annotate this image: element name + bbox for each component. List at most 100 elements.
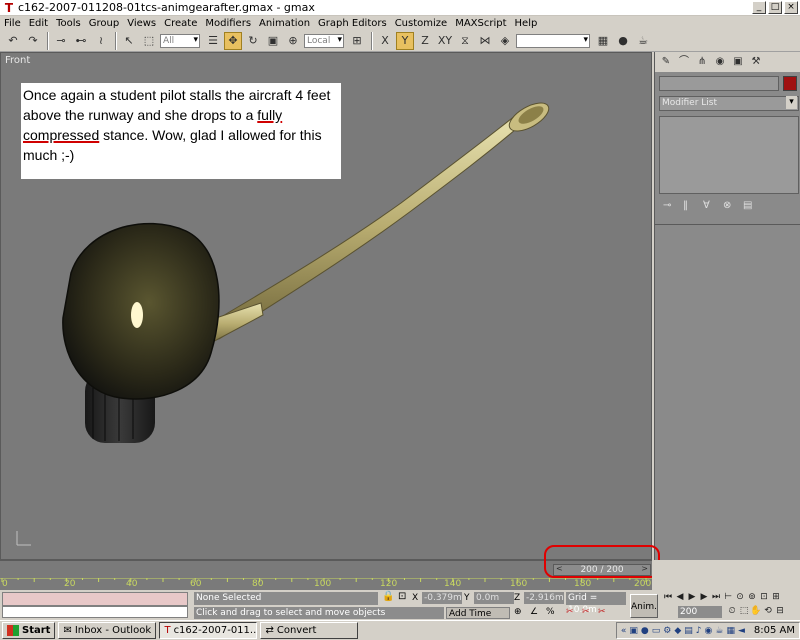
menu-modifiers[interactable]: Modifiers xyxy=(201,18,255,29)
selection-filter-dropdown[interactable]: All xyxy=(160,33,200,48)
pin-stack-icon[interactable]: ⊸ xyxy=(663,200,677,211)
region-zoom-icon[interactable]: ⬚ xyxy=(738,606,750,616)
motion-tab-icon[interactable]: ◉ xyxy=(713,55,727,69)
maxscript-output-field[interactable] xyxy=(2,606,188,618)
modify-tab-icon[interactable]: ⌒ xyxy=(677,55,691,69)
add-time-tag-button[interactable]: Add Time Tag xyxy=(446,607,510,631)
select-by-name-icon[interactable]: ☰ xyxy=(204,32,222,50)
play-icon[interactable]: ▶ xyxy=(686,592,698,602)
maximize-button[interactable]: □ xyxy=(768,1,782,14)
link-icon[interactable]: ⊸ xyxy=(52,32,70,50)
tray-shield-icon[interactable]: ◆ xyxy=(674,626,681,636)
next-frame-icon[interactable]: ▶ xyxy=(698,592,710,602)
pivot-center-icon[interactable]: ⊞ xyxy=(348,32,366,50)
hierarchy-tab-icon[interactable]: ⋔ xyxy=(695,55,709,69)
time-config-icon[interactable]: ⏲ xyxy=(726,606,738,616)
tray-sound-icon[interactable]: ♪ xyxy=(696,626,702,636)
rotate-icon[interactable]: ↻ xyxy=(244,32,262,50)
menu-create[interactable]: Create xyxy=(160,18,201,29)
crossing-select-icon[interactable]: ✂ xyxy=(598,607,606,617)
scale-icon[interactable]: ▣ xyxy=(264,32,282,50)
show-end-result-icon[interactable]: ‖ xyxy=(683,200,697,211)
z-coordinate[interactable]: Z -2.916m xyxy=(514,592,564,605)
task-outlook[interactable]: ✉Inbox - Outlook E... xyxy=(58,622,157,639)
tray-settings-icon[interactable]: ⚙ xyxy=(663,626,671,636)
task-gmax[interactable]: Tc162-2007-011... xyxy=(159,622,258,639)
close-button[interactable]: × xyxy=(784,1,798,14)
menu-tools[interactable]: Tools xyxy=(52,18,85,29)
front-viewport[interactable]: Front Once again a student pilot stalls … xyxy=(0,52,652,560)
select-object-icon[interactable]: ↖ xyxy=(120,32,138,50)
tray-folder-icon[interactable]: ▤ xyxy=(684,626,693,636)
x-axis-icon[interactable]: X xyxy=(376,32,394,50)
zoom-icon[interactable]: ⊙ xyxy=(734,592,746,602)
z-axis-icon[interactable]: Z xyxy=(416,32,434,50)
modifier-stack[interactable] xyxy=(659,116,799,194)
absolute-mode-icon[interactable]: ⊡ xyxy=(398,591,406,602)
gmax-app-icon[interactable]: T xyxy=(2,1,16,15)
start-button[interactable]: Start xyxy=(2,622,56,639)
task-convert[interactable]: ⇄ Convert xyxy=(260,622,359,639)
remove-modifier-icon[interactable]: ⊗ xyxy=(723,200,737,211)
animate-button[interactable]: Anim. xyxy=(630,594,658,618)
create-tab-icon[interactable]: ✎ xyxy=(659,55,673,69)
degradation-override-icon[interactable]: ✂ xyxy=(582,607,590,617)
y-coordinate[interactable]: Y 0.0m xyxy=(464,592,514,605)
tray-chevron-icon[interactable]: « xyxy=(621,626,627,636)
quick-render-icon[interactable]: ☕ xyxy=(634,32,652,50)
tray-network-icon[interactable]: ▣ xyxy=(629,626,638,636)
menu-edit[interactable]: Edit xyxy=(25,18,52,29)
zoom-extents-icon[interactable]: ⊡ xyxy=(758,592,770,602)
zoom-extents-all-icon[interactable]: ⊞ xyxy=(770,592,782,602)
menu-animation[interactable]: Animation xyxy=(255,18,314,29)
angle-snap-icon[interactable]: ∠ xyxy=(530,607,538,617)
utilities-tab-icon[interactable]: ⚒ xyxy=(749,55,763,69)
tray-monitor-icon[interactable]: ▭ xyxy=(652,626,661,636)
tray-firefox-icon[interactable]: ● xyxy=(641,626,649,636)
percent-snap-icon[interactable]: % xyxy=(546,607,555,617)
unlink-icon[interactable]: ⊷ xyxy=(72,32,90,50)
x-coordinate[interactable]: X -0.379m xyxy=(412,592,462,605)
go-to-end-icon[interactable]: ⏭ xyxy=(710,592,722,602)
zoom-all-icon[interactable]: ⊚ xyxy=(746,592,758,602)
snap-toggle-icon[interactable]: ⊕ xyxy=(514,607,522,617)
named-selection-icon[interactable]: ◈ xyxy=(496,32,514,50)
configure-modifier-sets-icon[interactable]: ▤ xyxy=(743,200,757,211)
tray-java-icon[interactable]: ☕ xyxy=(715,626,723,636)
y-axis-icon[interactable]: Y xyxy=(396,31,414,50)
named-selection-dropdown[interactable] xyxy=(516,33,590,48)
menu-help[interactable]: Help xyxy=(511,18,542,29)
pan-icon[interactable]: ✋ xyxy=(750,606,762,616)
make-unique-icon[interactable]: ∀ xyxy=(703,200,717,211)
tray-speaker-icon[interactable]: ◄ xyxy=(738,626,745,636)
menu-views[interactable]: Views xyxy=(123,18,160,29)
align-icon[interactable]: ⋈ xyxy=(476,32,494,50)
previous-frame-icon[interactable]: ◀ xyxy=(674,592,686,602)
arc-rotate-icon[interactable]: ⟲ xyxy=(762,606,774,616)
object-color-swatch[interactable] xyxy=(783,76,797,91)
menu-customize[interactable]: Customize xyxy=(391,18,452,29)
lock-selection-icon[interactable]: 🔒 xyxy=(382,591,394,602)
menu-graph-editors[interactable]: Graph Editors xyxy=(314,18,391,29)
xy-plane-icon[interactable]: XY xyxy=(436,32,454,50)
maximize-viewport-icon[interactable]: ⊟ xyxy=(774,606,786,616)
x-value[interactable]: -0.379m xyxy=(422,592,462,604)
current-frame-field[interactable]: 200 xyxy=(678,606,722,618)
key-mode-icon[interactable]: ⊢ xyxy=(722,592,734,602)
modifier-list-dropdown[interactable]: Modifier List xyxy=(659,96,799,111)
z-value[interactable]: -2.916m xyxy=(524,592,564,604)
y-value[interactable]: 0.0m xyxy=(474,592,514,604)
tray-windows-icon[interactable]: ▦ xyxy=(726,626,735,636)
render-icon[interactable]: ● xyxy=(614,32,632,50)
tray-chat-icon[interactable]: ◉ xyxy=(705,626,713,636)
mirror-icon[interactable]: ⧖ xyxy=(456,32,474,50)
go-to-start-icon[interactable]: ⏮ xyxy=(662,592,674,602)
menu-file[interactable]: File xyxy=(0,18,25,29)
region-select-icon[interactable]: ⬚ xyxy=(140,32,158,50)
menu-maxscript[interactable]: MAXScript xyxy=(451,18,510,29)
menu-group[interactable]: Group xyxy=(85,18,123,29)
maxscript-listener-field[interactable] xyxy=(2,592,188,606)
redo-icon[interactable]: ↷ xyxy=(24,32,42,50)
minimize-button[interactable]: _ xyxy=(752,1,766,14)
track-bar[interactable]: 0 20 40 60 80 100 120 140 160 180 200 xyxy=(0,578,652,590)
